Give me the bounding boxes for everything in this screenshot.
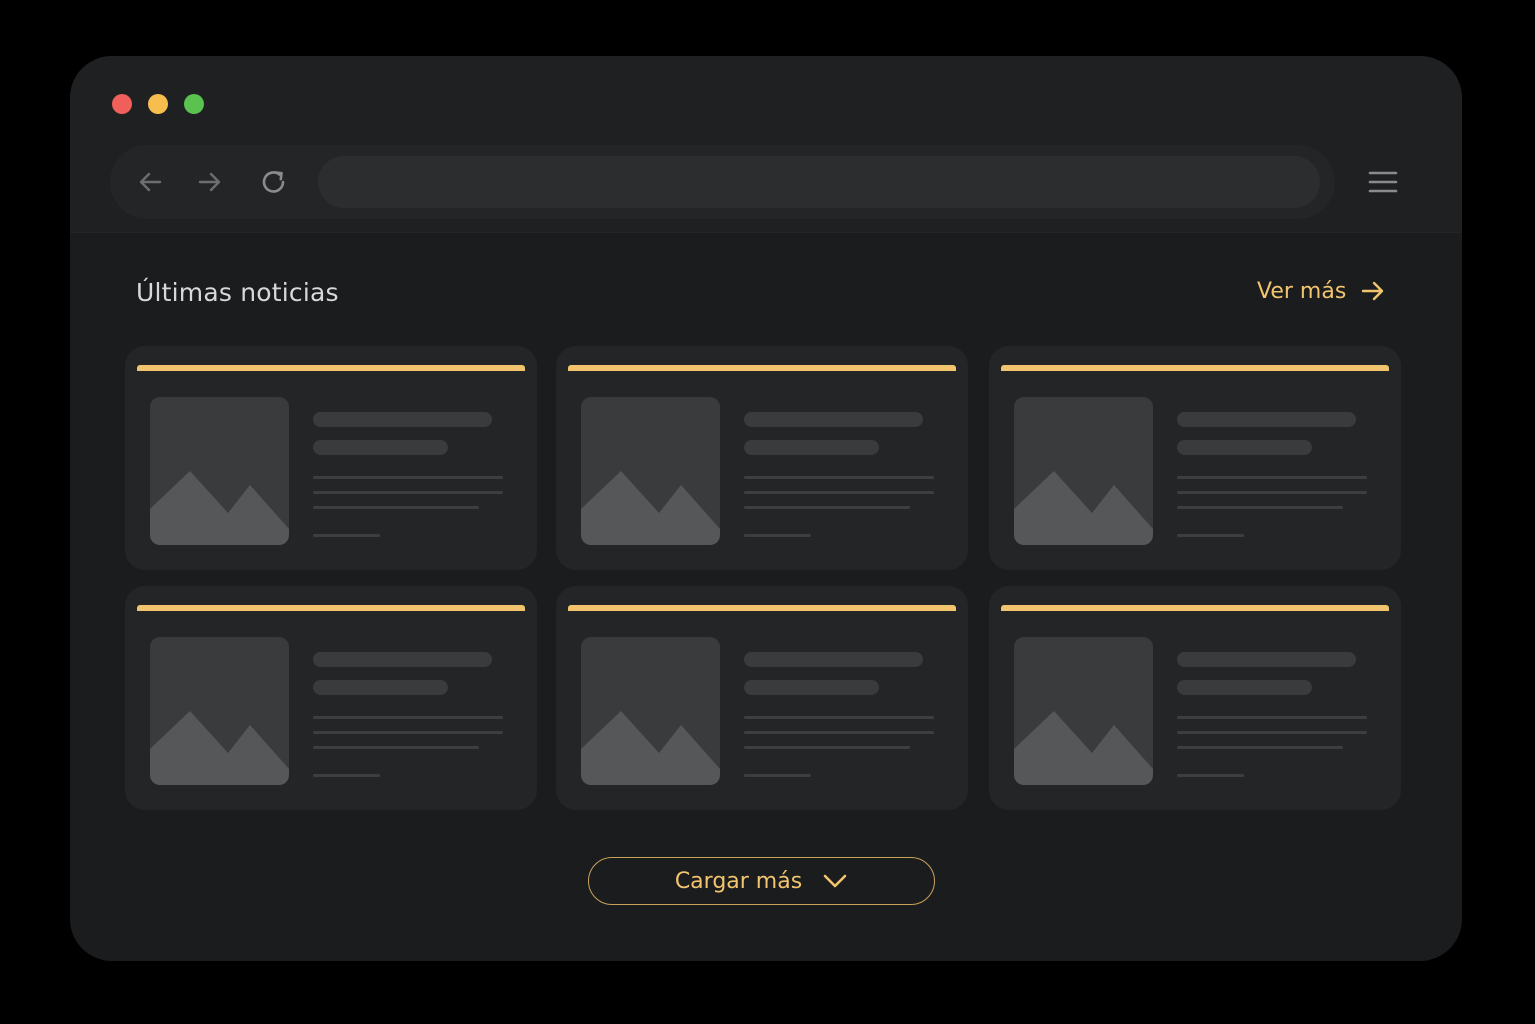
arrow-right-icon — [1362, 281, 1384, 301]
skeleton-text-line — [313, 506, 479, 509]
skeleton-text-line — [744, 506, 910, 509]
skeleton-meta-line — [744, 534, 811, 537]
skeleton-text-line — [744, 746, 910, 749]
skeleton-text-line — [313, 731, 503, 734]
reload-icon — [262, 171, 285, 193]
image-placeholder-icon — [581, 637, 720, 785]
skeleton-meta-line — [744, 774, 811, 777]
skeleton-title-line — [1177, 652, 1356, 667]
image-placeholder-icon — [1014, 637, 1153, 785]
see-more-label: Ver más — [1257, 278, 1347, 304]
skeleton-meta-line — [313, 774, 380, 777]
reload-button[interactable] — [258, 166, 290, 198]
news-card[interactable] — [989, 586, 1401, 810]
load-more-label: Cargar más — [674, 868, 803, 894]
section-title: Últimas noticias — [136, 278, 339, 307]
news-card[interactable] — [125, 586, 537, 810]
image-placeholder-icon — [150, 637, 289, 785]
browser-chrome — [70, 56, 1462, 233]
browser-toolbar — [110, 145, 1335, 219]
skeleton-title-line — [313, 680, 448, 695]
skeleton-text-line — [744, 716, 934, 719]
card-accent-bar — [568, 365, 956, 371]
news-card[interactable] — [556, 346, 968, 570]
skeleton-meta-line — [313, 534, 380, 537]
skeleton-meta-line — [1177, 534, 1244, 537]
skeleton-title-line — [744, 440, 879, 455]
skeleton-title-line — [1177, 680, 1312, 695]
skeleton-title-line — [744, 412, 923, 427]
image-placeholder-icon — [1014, 397, 1153, 545]
skeleton-title-line — [313, 412, 492, 427]
skeleton-title-line — [1177, 440, 1312, 455]
arrow-left-icon — [139, 172, 162, 192]
hamburger-menu-icon — [1368, 171, 1398, 193]
skeleton-title-line — [313, 652, 492, 667]
card-accent-bar — [1001, 365, 1389, 371]
browser-window: Últimas noticias Ver más Cargar más — [70, 56, 1462, 961]
window-close-button[interactable] — [112, 94, 132, 114]
skeleton-text-line — [313, 491, 503, 494]
card-accent-bar — [137, 605, 525, 611]
skeleton-text-line — [744, 491, 934, 494]
card-accent-bar — [1001, 605, 1389, 611]
news-card[interactable] — [989, 346, 1401, 570]
skeleton-text-line — [1177, 716, 1367, 719]
address-bar-input[interactable] — [318, 156, 1320, 208]
skeleton-text-line — [313, 476, 503, 479]
skeleton-text-line — [1177, 491, 1367, 494]
menu-button[interactable] — [1366, 166, 1400, 198]
skeleton-title-line — [744, 680, 879, 695]
window-minimize-button[interactable] — [148, 94, 168, 114]
see-more-link[interactable]: Ver más — [1257, 278, 1386, 304]
arrow-right-icon — [198, 172, 221, 192]
image-placeholder-icon — [581, 397, 720, 545]
skeleton-text-line — [313, 746, 479, 749]
back-button[interactable] — [134, 166, 166, 198]
window-maximize-button[interactable] — [184, 94, 204, 114]
skeleton-title-line — [744, 652, 923, 667]
skeleton-text-line — [1177, 506, 1343, 509]
skeleton-meta-line — [1177, 774, 1244, 777]
skeleton-text-line — [1177, 731, 1367, 734]
card-accent-bar — [137, 365, 525, 371]
forward-button[interactable] — [194, 166, 226, 198]
news-card[interactable] — [556, 586, 968, 810]
image-placeholder-icon — [150, 397, 289, 545]
chevron-down-icon — [823, 874, 847, 888]
load-more-button[interactable]: Cargar más — [588, 857, 935, 905]
skeleton-title-line — [1177, 412, 1356, 427]
skeleton-text-line — [744, 731, 934, 734]
skeleton-text-line — [744, 476, 934, 479]
skeleton-text-line — [313, 716, 503, 719]
skeleton-title-line — [313, 440, 448, 455]
card-accent-bar — [568, 605, 956, 611]
skeleton-text-line — [1177, 476, 1367, 479]
skeleton-text-line — [1177, 746, 1343, 749]
news-card[interactable] — [125, 346, 537, 570]
